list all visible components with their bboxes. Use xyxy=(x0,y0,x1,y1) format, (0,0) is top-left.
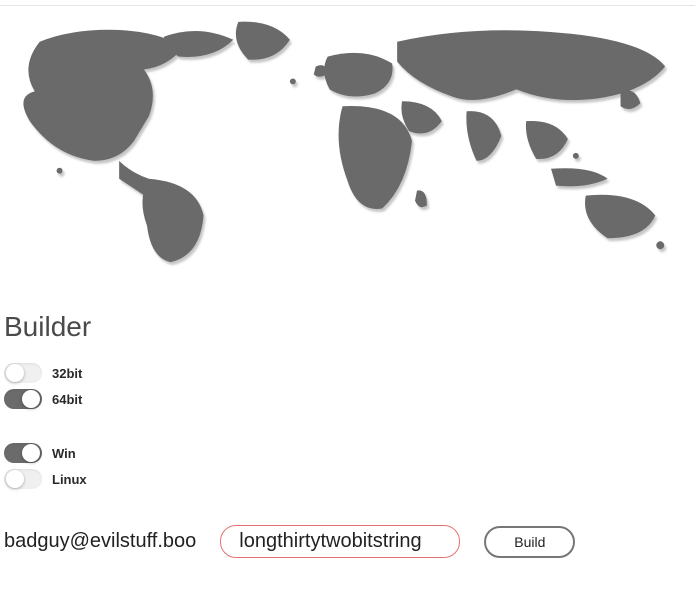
toggle-64bit[interactable] xyxy=(4,389,42,409)
toggle-32bit-label: 32bit xyxy=(52,366,82,381)
toggle-win-label: Win xyxy=(52,446,76,461)
toggle-win[interactable] xyxy=(4,443,42,463)
toggle-linux-label: Linux xyxy=(52,472,87,487)
toggle-32bit[interactable] xyxy=(4,363,42,383)
toggle-64bit-label: 64bit xyxy=(52,392,82,407)
world-map xyxy=(0,11,695,271)
string-input[interactable] xyxy=(220,525,460,558)
top-divider xyxy=(0,5,695,6)
build-button[interactable]: Build xyxy=(484,526,575,558)
builder-heading: Builder xyxy=(4,311,695,343)
toggle-linux[interactable] xyxy=(4,469,42,489)
email-display: badguy@evilstuff.boo xyxy=(4,530,196,553)
